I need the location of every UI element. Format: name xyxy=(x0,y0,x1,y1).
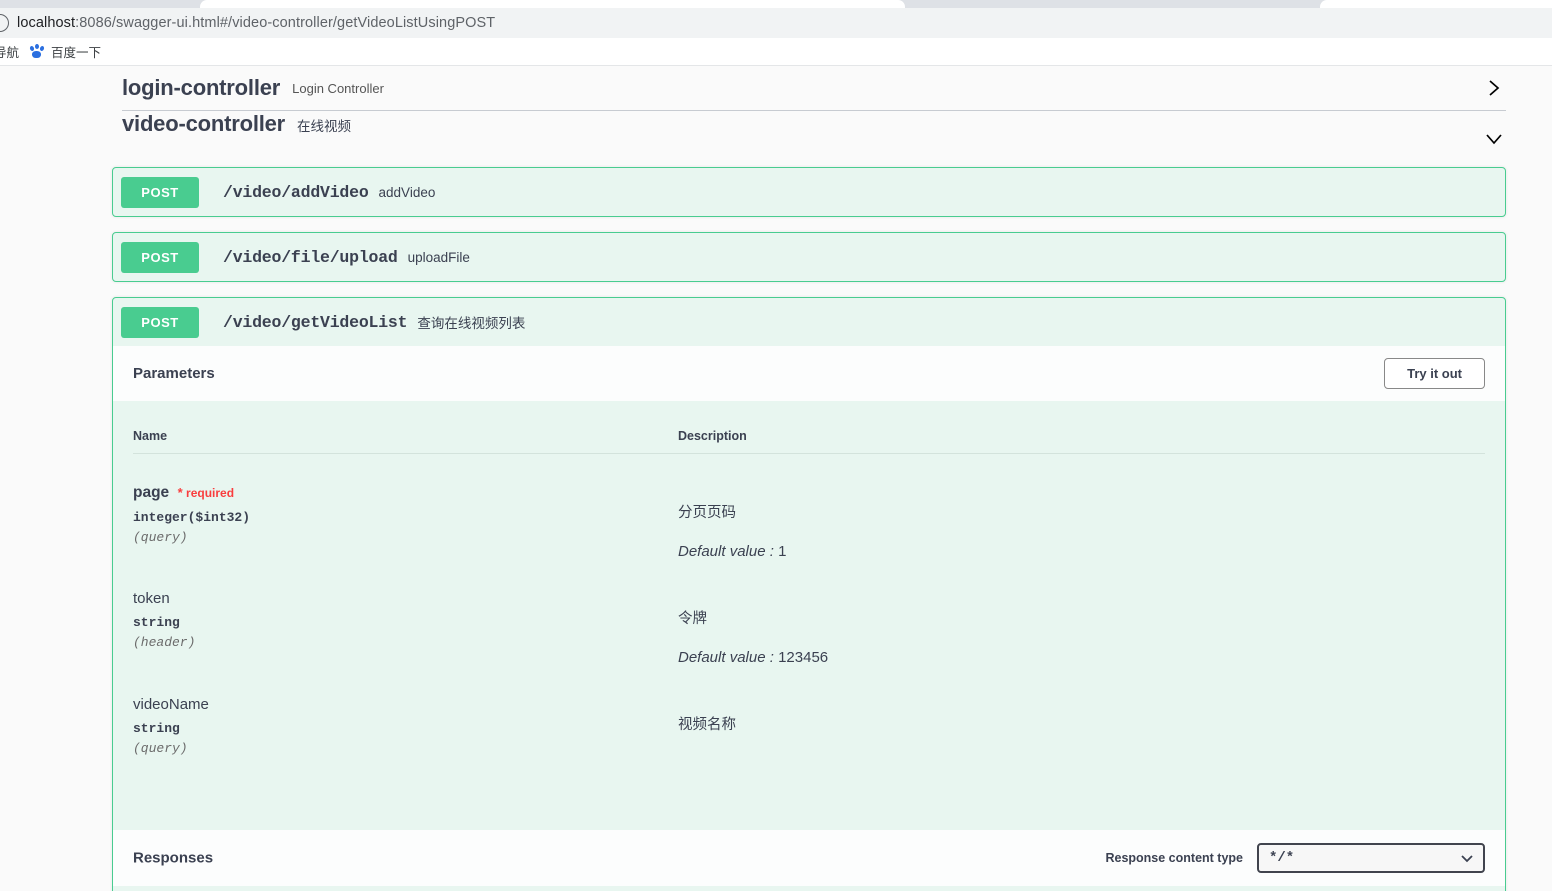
parameters-table-wrap: Name Description page * required integer… xyxy=(113,401,1505,756)
bookmark-label: 导航 xyxy=(0,46,20,60)
parameter-description: 令牌 xyxy=(678,611,707,627)
chevron-down-icon[interactable] xyxy=(1484,129,1504,149)
default-value: 1 xyxy=(778,543,787,560)
parameter-name: page xyxy=(133,484,170,501)
parameter-name: token xyxy=(133,590,170,607)
parameter-location: (header) xyxy=(133,635,196,650)
parameter-name: videoName xyxy=(133,696,209,713)
browser-tab-active[interactable] xyxy=(200,0,905,8)
parameter-default: Default value : 1 xyxy=(678,543,787,560)
responses-body xyxy=(113,886,1505,891)
table-header-row: Name Description xyxy=(133,401,1485,454)
tag-section-video-controller: video-controller 在线视频 POST /video/addVid… xyxy=(0,111,1552,891)
opblock-body: Parameters Try it out Name Description p… xyxy=(113,346,1505,891)
tag-title: video-controller xyxy=(122,111,286,136)
tag-description: 在线视频 xyxy=(297,119,352,134)
response-content-type-value: */* xyxy=(1269,850,1295,866)
operation-path: /video/addVideo xyxy=(223,182,369,202)
bookmark-item-nav[interactable]: 导航 xyxy=(0,42,19,61)
opblock-summary[interactable]: POST /video/file/upload uploadFile xyxy=(113,233,1505,281)
bookmarks-bar: 导航 百度一下 xyxy=(0,38,1552,66)
http-method-badge: POST xyxy=(121,306,199,338)
parameters-header: Parameters Try it out xyxy=(113,346,1505,401)
url-path: :8086/swagger-ui.html#/video-controller/… xyxy=(75,15,496,31)
parameters-title: Parameters xyxy=(133,365,215,382)
parameter-default: Default value : 123456 xyxy=(678,649,829,666)
operation-summary: 查询在线视频列表 xyxy=(417,316,526,331)
tag-header-login-controller[interactable]: login-controller Login Controller xyxy=(0,66,1552,110)
opblock-get-video-list[interactable]: POST /video/getVideoList 查询在线视频列表 Parame… xyxy=(112,297,1506,891)
column-header-description: Description xyxy=(678,401,1485,454)
baidu-paw-icon xyxy=(29,43,45,60)
required-label: required xyxy=(186,486,235,500)
swagger-ui-page: login-controller Login Controller video-… xyxy=(0,66,1552,891)
url-host: localhost xyxy=(17,15,76,31)
parameters-table: Name Description page * required integer… xyxy=(133,401,1485,756)
parameter-description-cell: 视频名称 xyxy=(678,666,1485,756)
table-row: videoName string (query) 视频名称 xyxy=(133,666,1485,756)
operation-path: /video/getVideoList xyxy=(223,312,408,332)
parameter-description-cell: 分页页码 Default value : 1 xyxy=(678,454,1485,560)
default-value-label: Default value xyxy=(678,649,766,666)
opblock-summary[interactable]: POST /video/addVideo addVideo xyxy=(113,168,1505,216)
tag-section-login-controller: login-controller Login Controller xyxy=(0,66,1552,111)
opblock-summary[interactable]: POST /video/getVideoList 查询在线视频列表 xyxy=(113,298,1505,346)
tag-title: login-controller xyxy=(122,75,281,100)
chevron-right-icon[interactable] xyxy=(1484,78,1504,98)
parameter-type: integer($int32) xyxy=(133,510,251,525)
address-bar-url[interactable]: localhost:8086/swagger-ui.html#/video-co… xyxy=(17,15,495,31)
browser-chrome: localhost:8086/swagger-ui.html#/video-co… xyxy=(0,0,1552,66)
table-row: page * required integer($int32) (query) xyxy=(133,454,1485,561)
table-row: token string (header) 令牌 Default value :… xyxy=(133,560,1485,666)
parameter-name-cell: page * required integer($int32) (query) xyxy=(133,454,678,561)
required-marker: * required xyxy=(177,485,235,500)
opblock-add-video[interactable]: POST /video/addVideo addVideo xyxy=(112,167,1506,217)
parameter-type: string xyxy=(133,721,180,736)
parameter-description: 分页页码 xyxy=(678,505,736,521)
default-value-label: Default value xyxy=(678,543,766,560)
parameter-description-cell: 令牌 Default value : 123456 xyxy=(678,560,1485,666)
browser-tab-secondary[interactable] xyxy=(1320,0,1552,8)
tag-header-video-controller[interactable]: video-controller 在线视频 xyxy=(0,111,1552,167)
response-content-type-select[interactable]: */* xyxy=(1257,843,1485,873)
parameter-location: (query) xyxy=(133,530,188,545)
info-circle-icon[interactable] xyxy=(0,14,9,32)
parameter-name-cell: token string (header) xyxy=(133,560,678,666)
parameter-type: string xyxy=(133,615,180,630)
responses-header: Responses Response content type */* xyxy=(113,830,1505,886)
operation-summary: uploadFile xyxy=(407,249,470,265)
http-method-badge: POST xyxy=(121,176,199,208)
default-value: 123456 xyxy=(778,649,829,666)
parameter-name-line: page * required xyxy=(133,484,678,502)
responses-title: Responses xyxy=(133,849,214,867)
parameters-bottom-spacer xyxy=(113,756,1505,830)
tag-description: Login Controller xyxy=(292,80,384,96)
chevron-down-icon[interactable] xyxy=(1460,851,1474,865)
required-star: * xyxy=(177,485,183,500)
parameter-name-cell: videoName string (query) xyxy=(133,666,678,756)
tab-strip xyxy=(0,0,1552,8)
operation-summary: addVideo xyxy=(378,184,436,200)
parameter-description: 视频名称 xyxy=(678,717,736,733)
response-content-type-label: Response content type xyxy=(1105,851,1243,865)
bookmark-item-baidu[interactable]: 百度一下 xyxy=(29,42,101,61)
operation-path: /video/file/upload xyxy=(223,247,398,267)
http-method-badge: POST xyxy=(121,241,199,273)
bookmark-label: 百度一下 xyxy=(51,46,102,60)
parameter-location: (query) xyxy=(133,741,188,756)
omnibox[interactable]: localhost:8086/swagger-ui.html#/video-co… xyxy=(0,8,1552,38)
try-it-out-button[interactable]: Try it out xyxy=(1384,358,1485,389)
opblock-upload-file[interactable]: POST /video/file/upload uploadFile xyxy=(112,232,1506,282)
column-header-name: Name xyxy=(133,401,678,454)
